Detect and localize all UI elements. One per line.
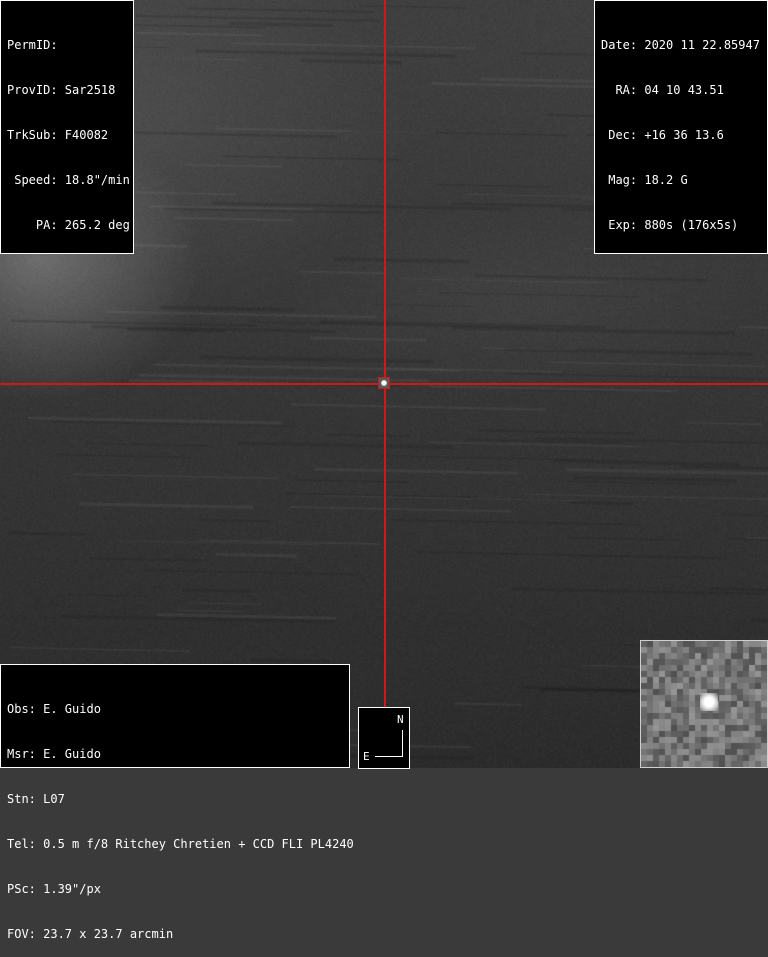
ra-label: RA: 04 10 43.51	[601, 83, 724, 97]
east-label: E	[363, 750, 370, 763]
observer-info-panel: Obs: E. Guido Msr: E. Guido Stn: L07 Tel…	[0, 664, 354, 941]
msr-label: Msr: E. Guido	[7, 747, 101, 761]
crosshair-vertical	[384, 0, 386, 708]
thumbnail-target	[700, 693, 718, 711]
object-info-panel: PermID: ProvID: Sar2518 TrkSub: F40082 S…	[0, 0, 134, 254]
perm-id-label: PermID:	[7, 38, 58, 52]
zoom-thumbnail	[640, 640, 768, 768]
fov-label: FOV: 23.7 x 23.7 arcmin	[7, 927, 174, 941]
observation-info-panel: Date: 2020 11 22.85947 RA: 04 10 43.51 D…	[594, 0, 768, 254]
east-arrow	[375, 756, 403, 757]
prov-id-label: ProvID: Sar2518	[7, 83, 116, 97]
obs-label: Obs: E. Guido	[7, 702, 101, 716]
trk-sub-label: TrkSub: F40082	[7, 128, 109, 142]
compass-indicator: N E	[358, 707, 410, 769]
psc-label: PSc: 1.39"/px	[7, 882, 101, 896]
dec-label: Dec: +16 36 13.6	[601, 128, 724, 142]
mag-label: Mag: 18.2 G	[601, 173, 688, 187]
date-label: Date: 2020 11 22.85947	[601, 38, 760, 52]
stn-label: Stn: L07	[7, 792, 65, 806]
pa-label: PA: 265.2 deg	[7, 218, 130, 232]
tel-label: Tel: 0.5 m f/8 Ritchey Chretien + CCD FL…	[7, 837, 354, 851]
target-object	[381, 380, 387, 386]
speed-label: Speed: 18.8"/min	[7, 173, 130, 187]
exp-label: Exp: 880s (176x5s)	[601, 218, 739, 232]
north-label: N	[397, 713, 404, 726]
north-arrow	[402, 730, 403, 756]
